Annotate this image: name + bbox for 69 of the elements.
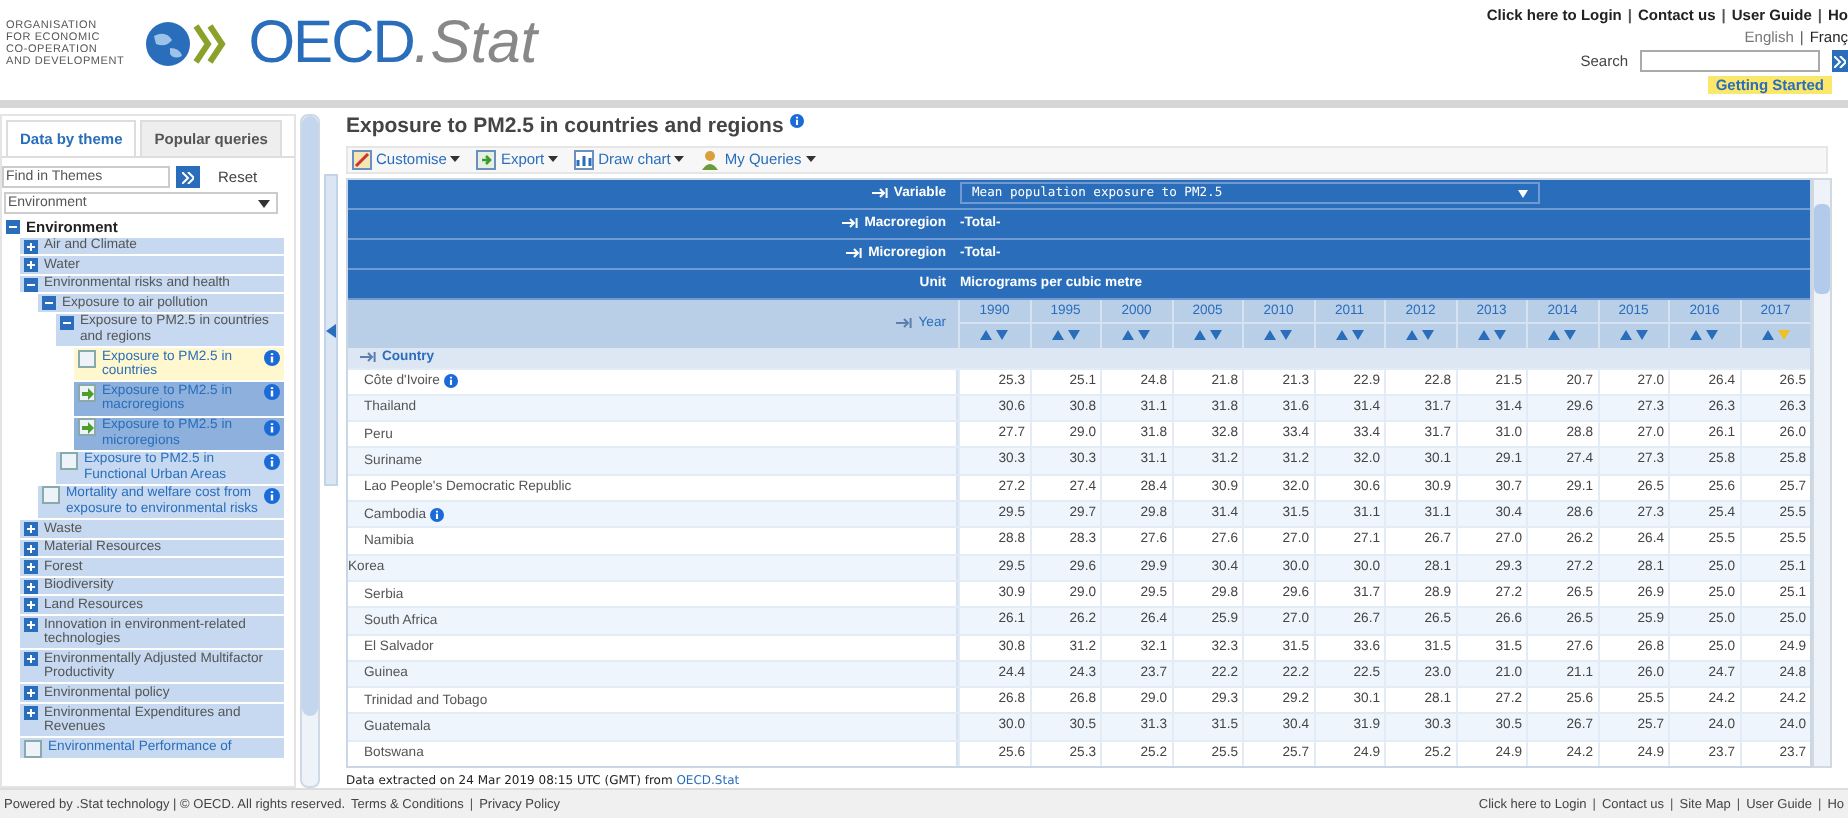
expand-icon[interactable] <box>24 706 38 721</box>
sort-ascending-icon[interactable] <box>1264 330 1277 341</box>
dataset-link-icon <box>78 418 96 437</box>
collapse-icon[interactable] <box>60 315 74 330</box>
sort-ascending-icon[interactable] <box>1051 330 1064 341</box>
sort-ascending-icon[interactable] <box>1690 330 1703 341</box>
info-icon[interactable] <box>789 114 804 128</box>
expand-icon[interactable] <box>24 652 38 667</box>
caret-icon[interactable] <box>548 156 559 163</box>
expand-icon[interactable] <box>24 541 38 556</box>
sort-descending-icon[interactable] <box>1493 330 1506 341</box>
expand-icon[interactable] <box>24 560 38 575</box>
caret-icon[interactable] <box>674 156 685 163</box>
expand-icon[interactable] <box>24 522 38 537</box>
double-chevron-icon[interactable] <box>1834 55 1846 67</box>
sort-descending-icon[interactable] <box>1138 330 1151 341</box>
sort-ascending-icon[interactable] <box>980 330 993 341</box>
collapse-icon[interactable] <box>24 277 38 292</box>
dataset-icon <box>78 349 96 368</box>
sort-descending-icon[interactable] <box>1706 330 1719 341</box>
expand-icon[interactable] <box>24 579 38 594</box>
caret-icon[interactable] <box>450 156 461 163</box>
sort-descending-icon[interactable] <box>1067 330 1080 341</box>
sort-ascending-icon[interactable] <box>1193 330 1206 341</box>
sort-descending-icon[interactable] <box>1209 330 1222 341</box>
expand-icon[interactable] <box>24 258 38 273</box>
sort-ascending-icon[interactable] <box>1761 330 1774 341</box>
arrow-bar-icon[interactable] <box>360 352 376 363</box>
user-icon <box>700 149 721 170</box>
caret-icon[interactable] <box>805 156 816 163</box>
sort-descending-icon[interactable] <box>1280 330 1293 341</box>
caret-icon[interactable] <box>258 199 270 207</box>
sort-ascending-icon[interactable] <box>1335 330 1348 341</box>
info-icon[interactable] <box>429 507 444 522</box>
triangle-left-icon[interactable] <box>326 323 336 337</box>
dataset-link-icon <box>78 383 96 402</box>
double-chevron-icon[interactable] <box>182 171 194 183</box>
sort-ascending-icon[interactable] <box>1619 330 1632 341</box>
search-field[interactable] <box>1640 50 1820 72</box>
expand-icon[interactable] <box>24 239 38 254</box>
collapse-icon[interactable] <box>6 220 20 234</box>
sort-ascending-icon[interactable] <box>1477 330 1490 341</box>
sort-ascending-icon[interactable] <box>1548 330 1561 341</box>
info-icon[interactable] <box>443 374 458 389</box>
scrollbar[interactable] <box>300 114 320 788</box>
scrollbar[interactable] <box>1812 177 1832 768</box>
sort-descending-icon[interactable] <box>996 330 1009 341</box>
find-button[interactable] <box>176 166 200 188</box>
sort-descending-icon[interactable] <box>1635 330 1648 341</box>
expand-icon[interactable] <box>24 618 38 633</box>
site-logo-text[interactable]: OECD.Stat <box>248 14 538 74</box>
arrow-bar-icon[interactable] <box>896 318 913 329</box>
info-icon[interactable] <box>264 453 280 470</box>
info-icon[interactable] <box>264 419 280 436</box>
search-button[interactable] <box>1832 50 1848 72</box>
page-title: Exposure to PM2.5 in countries and regions <box>346 114 784 138</box>
sort-ascending-icon[interactable] <box>1406 330 1419 341</box>
info-icon[interactable] <box>264 487 280 504</box>
collapse-icon[interactable] <box>42 296 56 311</box>
dataset-icon <box>24 739 42 758</box>
expand-icon[interactable] <box>24 686 38 701</box>
sort-descending-icon[interactable] <box>1351 330 1364 341</box>
expand-icon[interactable] <box>24 598 38 613</box>
sort-descending-icon[interactable] <box>1564 330 1577 341</box>
edit-table-icon <box>352 149 372 170</box>
sort-ascending-icon[interactable] <box>1122 330 1135 341</box>
info-icon[interactable] <box>264 350 280 367</box>
info-icon[interactable] <box>264 384 280 401</box>
sort-descending-icon[interactable] <box>1422 330 1435 341</box>
